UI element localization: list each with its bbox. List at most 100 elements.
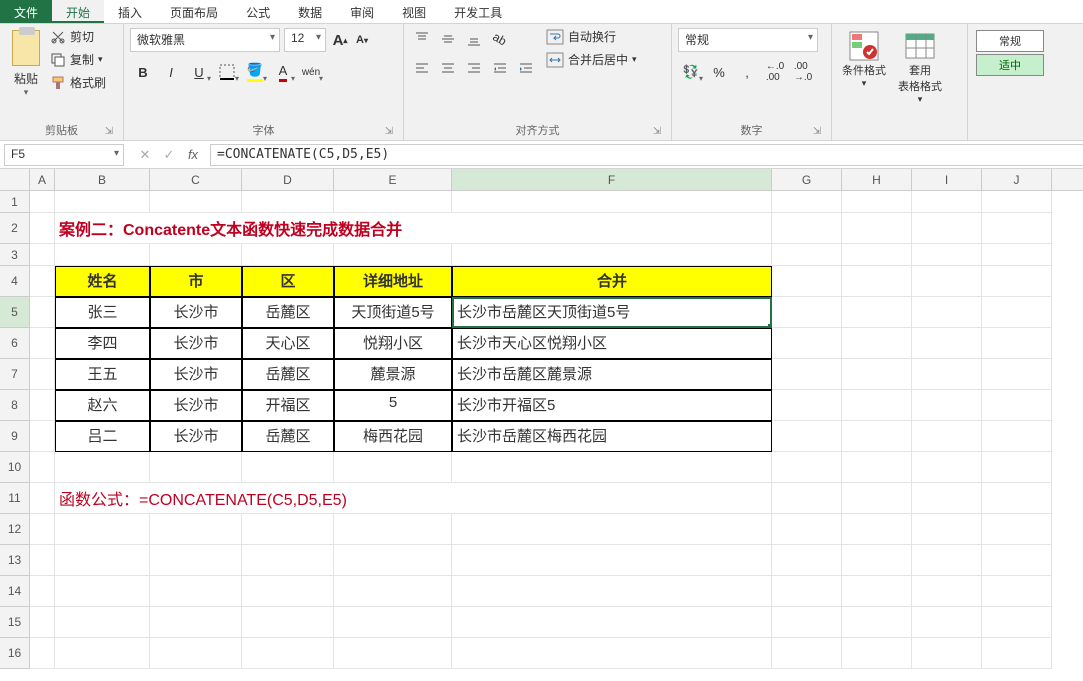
cell[interactable] [842, 328, 912, 359]
align-bottom-button[interactable] [462, 28, 486, 50]
select-all-corner[interactable] [0, 169, 30, 191]
cell[interactable] [982, 244, 1052, 266]
cell[interactable] [912, 638, 982, 669]
number-launcher-icon[interactable]: ⇲ [811, 126, 823, 138]
cell[interactable] [30, 545, 55, 576]
cell[interactable] [334, 244, 452, 266]
cell[interactable] [912, 213, 982, 244]
cell[interactable] [242, 607, 334, 638]
cell[interactable] [150, 607, 242, 638]
cell[interactable] [334, 545, 452, 576]
table-cell[interactable]: 岳麓区 [242, 297, 334, 328]
cell[interactable] [982, 638, 1052, 669]
col-header-D[interactable]: D [242, 169, 334, 190]
cell[interactable] [30, 514, 55, 545]
font-size-combo[interactable]: 12 [284, 28, 326, 52]
cell[interactable] [452, 191, 772, 213]
table-header[interactable]: 市 [150, 266, 242, 297]
style-good[interactable]: 适中 [976, 54, 1044, 76]
cell[interactable] [912, 244, 982, 266]
table-cell-merged[interactable]: 长沙市岳麓区天顶街道5号 [452, 297, 772, 328]
cell[interactable] [242, 576, 334, 607]
cell[interactable] [982, 297, 1052, 328]
col-header-C[interactable]: C [150, 169, 242, 190]
cell[interactable] [55, 576, 150, 607]
table-cell[interactable]: 王五 [55, 359, 150, 390]
cell[interactable] [982, 545, 1052, 576]
table-cell[interactable]: 开福区 [242, 390, 334, 421]
cell[interactable] [772, 545, 842, 576]
cell[interactable] [55, 452, 150, 483]
cell[interactable] [842, 244, 912, 266]
cell[interactable] [772, 514, 842, 545]
cell[interactable] [334, 576, 452, 607]
cell[interactable] [334, 607, 452, 638]
table-cell[interactable]: 岳麓区 [242, 421, 334, 452]
tab-view[interactable]: 视图 [388, 0, 440, 23]
cell[interactable] [242, 545, 334, 576]
cell[interactable] [842, 191, 912, 213]
increase-font-button[interactable]: A▴ [330, 28, 350, 52]
table-cell-merged[interactable]: 长沙市开福区5 [452, 390, 772, 421]
table-cell[interactable]: 长沙市 [150, 328, 242, 359]
align-launcher-icon[interactable]: ⇲ [651, 126, 663, 138]
tab-formula[interactable]: 公式 [232, 0, 284, 23]
table-cell[interactable]: 长沙市 [150, 390, 242, 421]
cell[interactable] [150, 452, 242, 483]
cell[interactable] [842, 452, 912, 483]
clipboard-launcher-icon[interactable]: ⇲ [103, 126, 115, 138]
cell[interactable] [55, 514, 150, 545]
cell[interactable] [452, 244, 772, 266]
cell[interactable] [55, 607, 150, 638]
row-header-12[interactable]: 12 [0, 514, 30, 545]
percent-button[interactable]: % [706, 60, 732, 84]
paste-dropdown-icon[interactable]: ▾ [24, 87, 29, 98]
cell[interactable] [842, 213, 912, 244]
merge-center-button[interactable]: 合并后居中▾ [546, 51, 637, 68]
cell[interactable] [842, 359, 912, 390]
tab-file[interactable]: 文件 [0, 0, 52, 23]
cell[interactable] [912, 452, 982, 483]
table-cell[interactable]: 长沙市 [150, 297, 242, 328]
row-header-11[interactable]: 11 [0, 483, 30, 514]
cell[interactable] [772, 483, 842, 514]
cell[interactable] [772, 266, 842, 297]
table-header[interactable]: 姓名 [55, 266, 150, 297]
cell[interactable] [242, 638, 334, 669]
pinyin-button[interactable]: wén [298, 60, 324, 84]
cell[interactable] [55, 244, 150, 266]
cell[interactable] [55, 638, 150, 669]
font-launcher-icon[interactable]: ⇲ [383, 126, 395, 138]
format-painter-button[interactable]: 格式刷 [50, 74, 106, 91]
cell[interactable] [150, 638, 242, 669]
cell[interactable] [55, 191, 150, 213]
col-header-G[interactable]: G [772, 169, 842, 190]
cell[interactable] [772, 576, 842, 607]
cell[interactable] [842, 638, 912, 669]
cell[interactable] [842, 297, 912, 328]
table-cell[interactable]: 张三 [55, 297, 150, 328]
cut-button[interactable]: 剪切 [50, 28, 106, 45]
align-top-button[interactable] [410, 28, 434, 50]
cell[interactable] [30, 244, 55, 266]
cell[interactable] [242, 452, 334, 483]
cell[interactable] [452, 545, 772, 576]
cell[interactable] [452, 638, 772, 669]
table-header[interactable]: 区 [242, 266, 334, 297]
row-header-7[interactable]: 7 [0, 359, 30, 390]
name-box[interactable]: F5 [4, 144, 124, 166]
cell[interactable] [842, 421, 912, 452]
italic-button[interactable]: I [158, 60, 184, 84]
col-header-F[interactable]: F [452, 169, 772, 190]
table-cell[interactable]: 麓景源 [334, 359, 452, 390]
align-left-button[interactable] [410, 58, 434, 80]
cell[interactable] [912, 390, 982, 421]
cell[interactable] [150, 191, 242, 213]
underline-button[interactable]: U [186, 60, 212, 84]
cell[interactable] [30, 390, 55, 421]
style-normal[interactable]: 常规 [976, 30, 1044, 52]
cell[interactable] [842, 576, 912, 607]
table-cell[interactable]: 赵六 [55, 390, 150, 421]
cell[interactable] [982, 607, 1052, 638]
cell[interactable] [150, 244, 242, 266]
